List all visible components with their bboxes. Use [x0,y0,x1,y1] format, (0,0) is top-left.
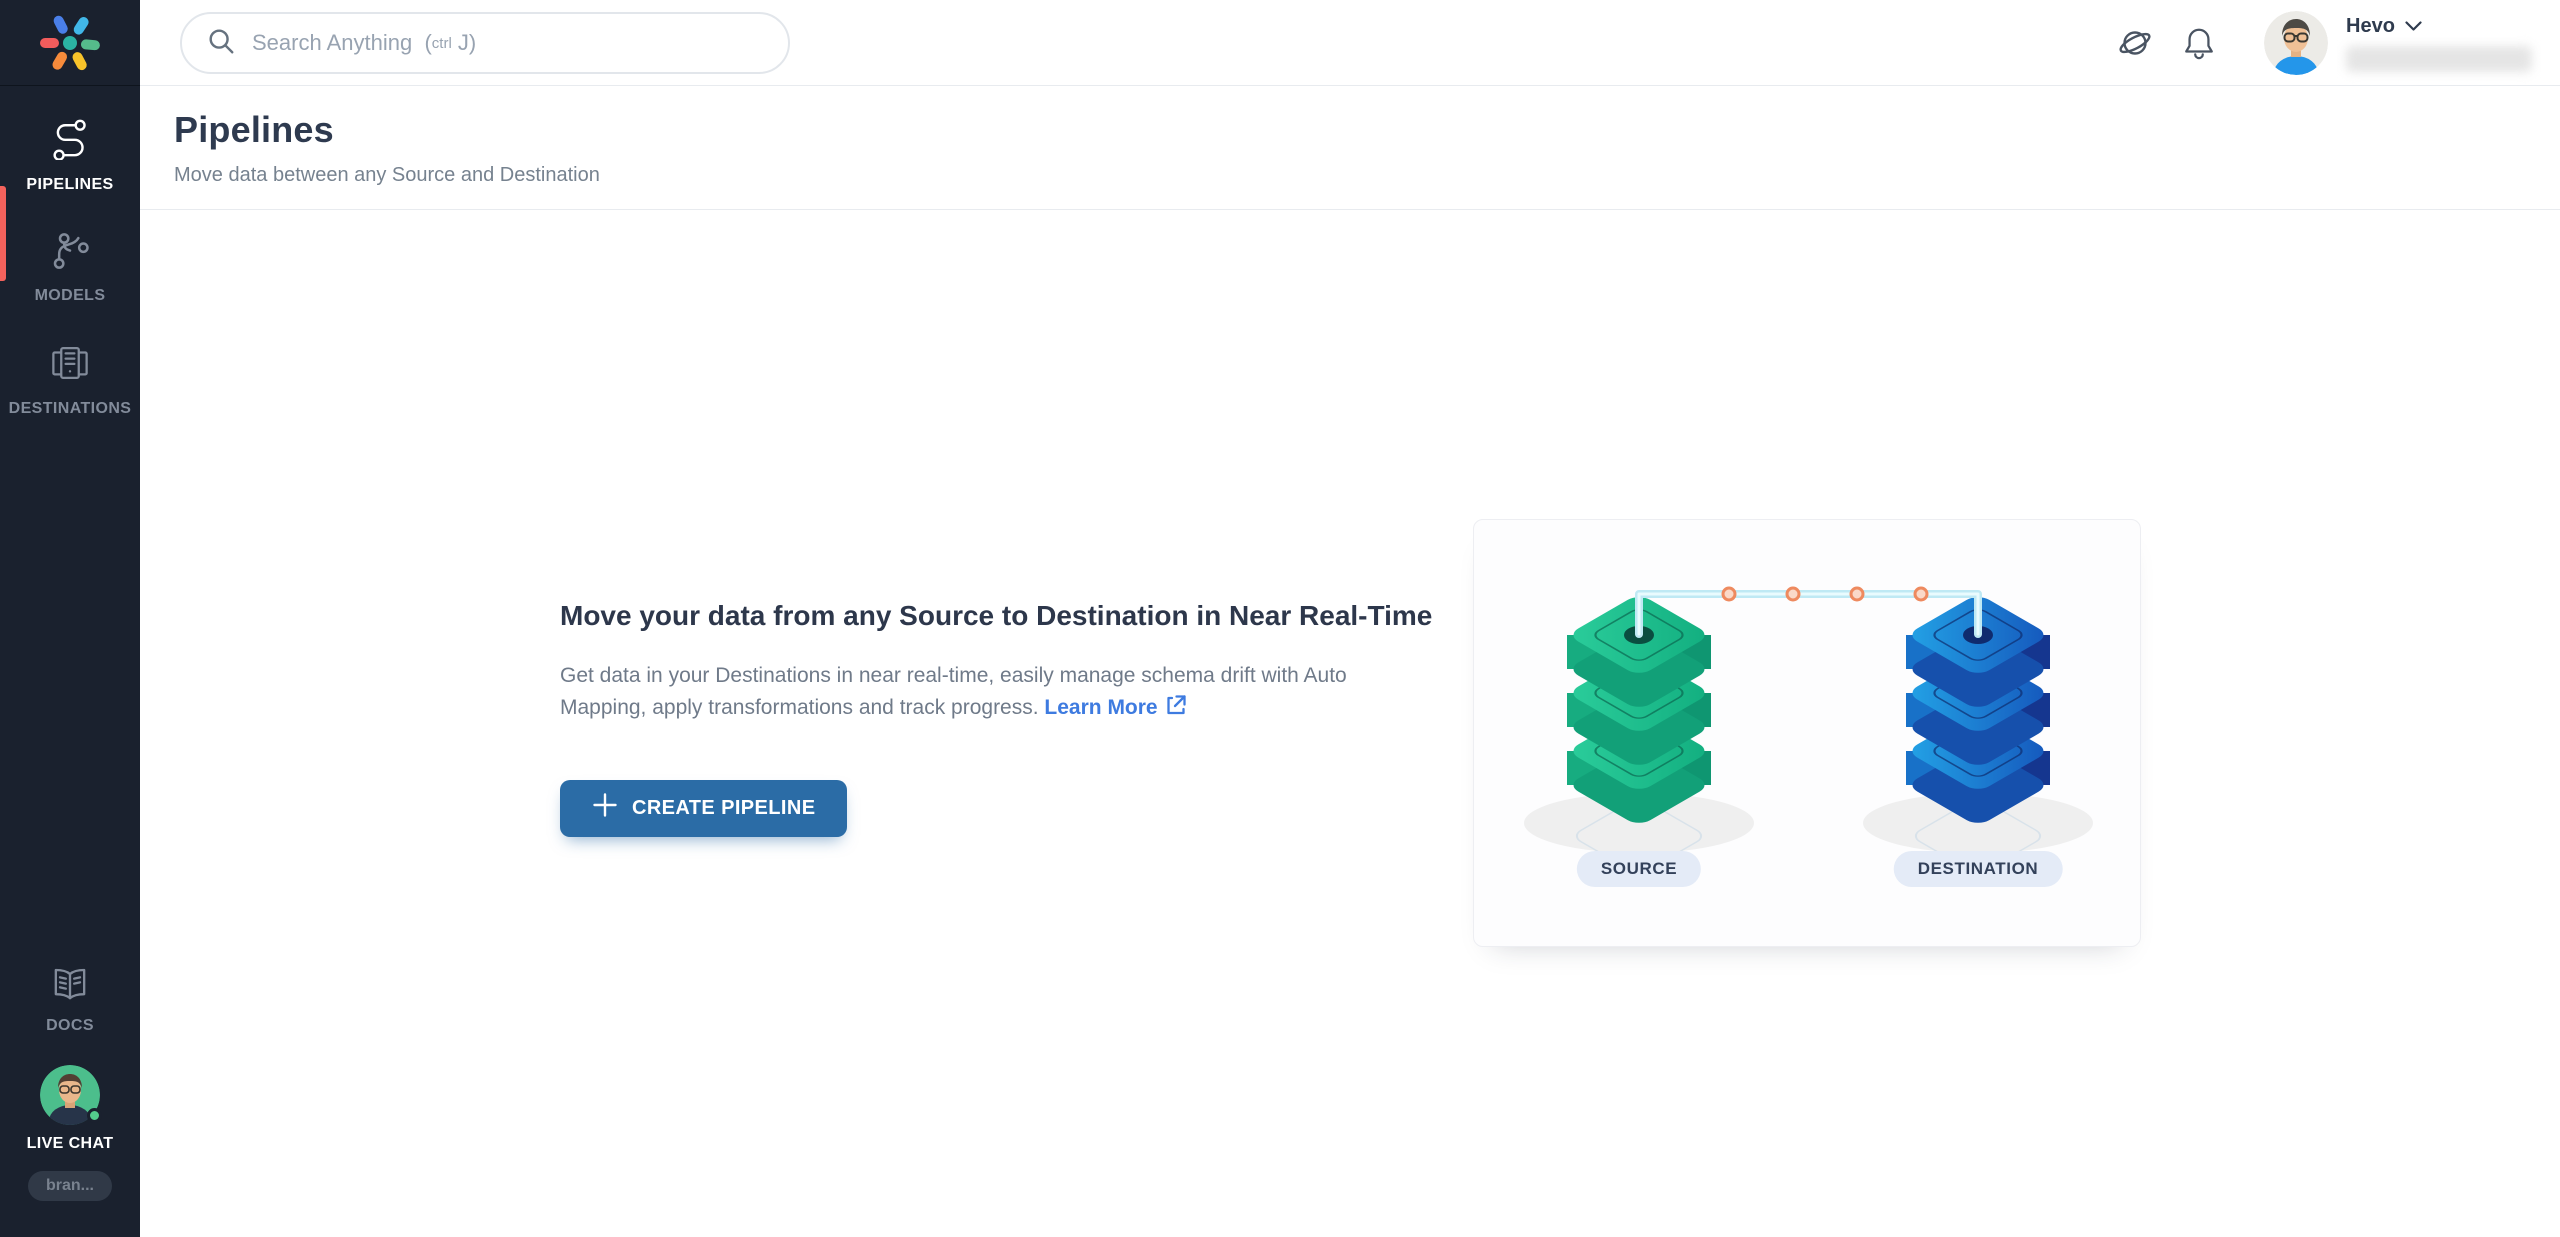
sidebar-item-pipelines[interactable]: PIPELINES [0,100,140,212]
sidebar-item-label: DOCS [46,1017,94,1035]
bell-icon[interactable] [2180,24,2218,62]
search-input[interactable]: Search Anything (ctrl J) [180,12,790,74]
learn-more-link[interactable]: Learn More [1044,696,1187,719]
account-menu: Hevo [2346,15,2532,72]
sidebar-footer: DOCS [0,965,140,1237]
sidebar-item-destinations[interactable]: DESTINATIONS [0,324,140,436]
destination-badge: DESTINATION [1894,851,2063,887]
workspace-badge[interactable]: bran... [28,1171,112,1201]
live-chat-launcher[interactable]: LIVE CHAT [27,1065,114,1153]
account-dropdown[interactable]: Hevo [2346,15,2532,38]
live-chat-label: LIVE CHAT [27,1135,114,1153]
topbar: Search Anything (ctrl J) [140,0,2560,86]
models-icon [50,231,90,276]
app-window: PIPELINES MODELS [0,0,2560,1237]
docs-book-icon [50,965,90,1008]
main-content: Move your data from any Source to Destin… [140,210,2560,1237]
online-status-dot [87,1108,102,1123]
external-link-icon [1164,693,1188,728]
sidebar-item-label: MODELS [35,287,106,305]
page-header: Pipelines Move data between any Source a… [140,86,2560,210]
chevron-down-icon [2405,21,2422,32]
page-title: Pipelines [174,109,2560,151]
account-name: Hevo [2346,15,2395,38]
topbar-right-cluster: Hevo [2116,0,2532,86]
plus-icon [592,792,618,824]
planet-icon[interactable] [2116,24,2154,62]
redacted-account-email [2346,46,2532,72]
live-chat-avatar [40,1065,100,1125]
page-subtitle: Move data between any Source and Destina… [174,164,2560,187]
create-pipeline-button[interactable]: CREATE PIPELINE [560,780,847,837]
empty-state-description: Get data in your Destinations in near re… [560,660,1420,728]
sidebar-item-models[interactable]: MODELS [0,212,140,324]
source-badge: SOURCE [1577,851,1701,887]
hevo-starburst-icon [38,11,102,75]
empty-state-heading: Move your data from any Source to Destin… [560,596,1460,636]
sidebar-item-docs[interactable]: DOCS [46,965,94,1035]
search-placeholder: Search Anything (ctrl J) [252,30,476,56]
empty-state-text: Move your data from any Source to Destin… [560,596,1460,837]
sidebar-nav: PIPELINES MODELS [0,86,140,965]
hevo-logo[interactable] [0,0,140,86]
search-icon [206,26,236,61]
user-avatar[interactable] [2264,11,2328,75]
sidebar-item-label: PIPELINES [26,176,113,194]
sidebar: PIPELINES MODELS [0,0,140,1237]
pipeline-illustration-card: SOURCE DESTINATION [1473,519,2141,947]
sidebar-item-label: DESTINATIONS [9,400,132,418]
destinations-icon [49,342,91,389]
active-item-indicator [0,186,6,281]
pipelines-icon [50,118,90,165]
